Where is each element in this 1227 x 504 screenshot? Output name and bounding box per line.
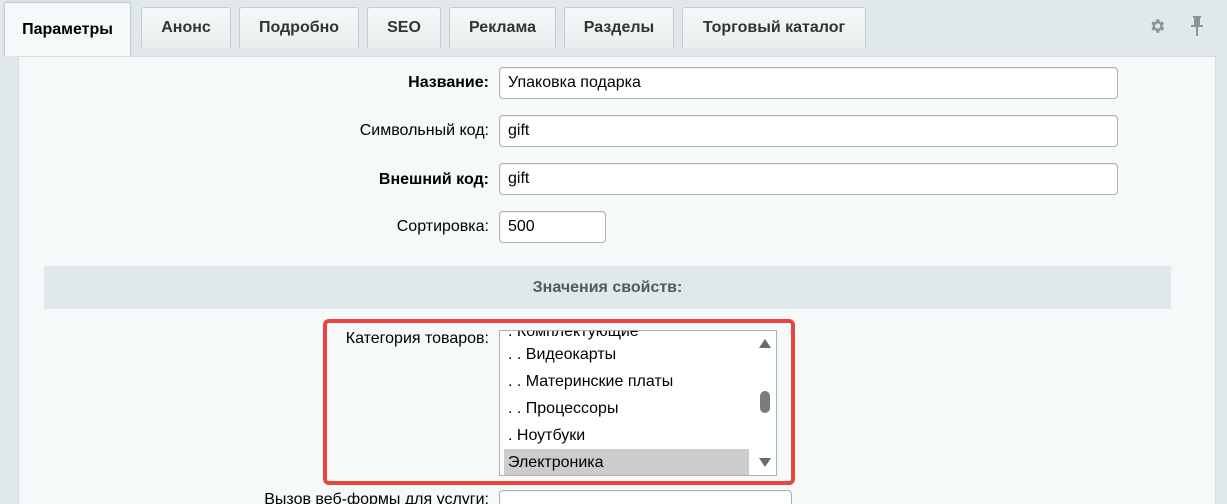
category-label: Категория товаров: bbox=[345, 330, 489, 347]
tab-bar: Параметры Анонс Подробно SEO Реклама Раз… bbox=[0, 0, 1227, 58]
name-input[interactable] bbox=[499, 67, 1118, 99]
tab-announce[interactable]: Анонс bbox=[141, 7, 231, 48]
tab-seo[interactable]: SEO bbox=[367, 7, 441, 48]
webform-input[interactable] bbox=[499, 490, 792, 504]
tab-parameters[interactable]: Параметры bbox=[4, 2, 131, 56]
list-item[interactable]: . . Видеокарты bbox=[504, 341, 749, 368]
scroll-up-arrow-icon[interactable] bbox=[759, 339, 771, 348]
scroll-down-arrow-icon[interactable] bbox=[759, 458, 771, 467]
list-item[interactable]: . Ноутбуки bbox=[504, 422, 749, 449]
tab-content-parameters: Название: Символьный код: Внешний код: С… bbox=[18, 56, 1216, 504]
listbox-scrollbar[interactable] bbox=[754, 331, 776, 475]
tab-trade-catalog[interactable]: Торговый каталог bbox=[682, 7, 866, 48]
name-label: Название: bbox=[408, 74, 489, 91]
code-input[interactable] bbox=[499, 115, 1118, 147]
gear-icon[interactable] bbox=[1146, 15, 1168, 37]
sort-label: Сортировка: bbox=[396, 218, 489, 235]
pin-icon[interactable] bbox=[1186, 15, 1208, 37]
tab-sections[interactable]: Разделы bbox=[564, 7, 674, 48]
external-code-label: Внешний код: bbox=[378, 171, 489, 188]
list-item-selected[interactable]: Электроника bbox=[504, 449, 749, 475]
webform-label: Вызов веб-формы для услуги: bbox=[264, 491, 489, 504]
sort-input[interactable] bbox=[499, 211, 606, 243]
code-label: Символьный код: bbox=[359, 122, 489, 139]
list-item[interactable]: . . Процессоры bbox=[504, 395, 749, 422]
tab-details[interactable]: Подробно bbox=[239, 7, 359, 48]
external-code-input[interactable] bbox=[499, 163, 1118, 195]
scroll-thumb[interactable] bbox=[760, 391, 770, 413]
tab-advertising[interactable]: Реклама bbox=[449, 7, 556, 48]
list-item[interactable]: . . Материнские платы bbox=[504, 368, 749, 395]
properties-header: Значения свойств: bbox=[44, 266, 1171, 309]
category-listbox[interactable]: . Комплектующие . . Видеокарты . . Матер… bbox=[499, 330, 777, 476]
